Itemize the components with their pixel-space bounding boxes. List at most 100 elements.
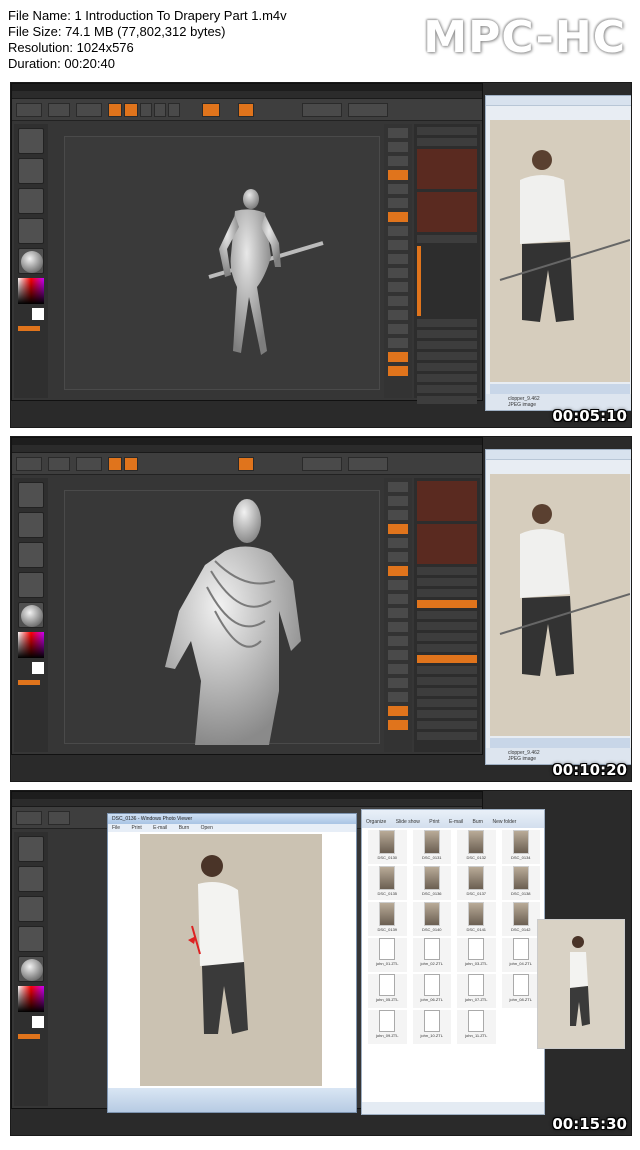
file-item[interactable]: DSC_0134 xyxy=(501,830,540,864)
file-item[interactable]: john_01.ZTL xyxy=(368,938,407,972)
edit-button[interactable] xyxy=(108,103,122,117)
zadd-button[interactable] xyxy=(238,103,254,117)
zbrush-menubar xyxy=(12,91,482,99)
focal-shift-slider[interactable] xyxy=(302,457,342,471)
quick-sketch-button[interactable] xyxy=(76,457,102,471)
alpha-icon[interactable] xyxy=(18,542,44,568)
color-swatch[interactable] xyxy=(32,1016,44,1028)
quick-sketch-button[interactable] xyxy=(76,103,102,117)
file-explorer-window: Organize Slide show Print E-mail Burn Ne… xyxy=(361,809,545,1115)
file-item[interactable]: john_04.ZTL xyxy=(501,938,540,972)
projection-button[interactable] xyxy=(16,457,42,471)
toolbar-print[interactable]: Print xyxy=(429,819,439,825)
file-item[interactable]: john_08.ZTL xyxy=(501,974,540,1008)
toolbar-slideshow[interactable]: Slide show xyxy=(396,819,420,825)
color-swatch[interactable] xyxy=(32,308,44,320)
zbrush-left-shelf xyxy=(14,124,48,398)
projection-button[interactable] xyxy=(16,103,42,117)
material-icon[interactable] xyxy=(18,602,44,628)
viewer-controls[interactable] xyxy=(108,1088,356,1112)
stroke-icon[interactable] xyxy=(18,158,44,184)
menu-email[interactable]: E-mail xyxy=(153,825,167,831)
file-item[interactable]: john_05.ZTL xyxy=(368,974,407,1008)
file-item[interactable]: DSC_0142 xyxy=(501,902,540,936)
color-picker[interactable] xyxy=(18,632,44,658)
projection-button[interactable] xyxy=(16,811,42,825)
video-frame-1: clopper_9.462 JPEG image 00:05:10 xyxy=(10,82,632,428)
brush-icon[interactable] xyxy=(18,482,44,508)
zadd-button[interactable] xyxy=(238,457,254,471)
menu-print[interactable]: Print xyxy=(131,825,141,831)
color-swatch[interactable] xyxy=(32,662,44,674)
menu-burn[interactable]: Burn xyxy=(179,825,190,831)
file-item[interactable]: DSC_0135 xyxy=(368,866,407,900)
file-name-label: john_02.ZTL xyxy=(420,961,443,966)
lightbox-button[interactable] xyxy=(48,103,70,117)
tool-thumbnail[interactable] xyxy=(417,192,477,232)
color-picker[interactable] xyxy=(18,986,44,1012)
toolbar-burn[interactable]: Burn xyxy=(473,819,484,825)
draw-button[interactable] xyxy=(124,457,138,471)
material-icon[interactable] xyxy=(18,956,44,982)
file-item[interactable]: john_11.ZTL xyxy=(457,1010,496,1044)
file-item[interactable]: DSC_0137 xyxy=(457,866,496,900)
zbrush-canvas[interactable] xyxy=(64,490,380,745)
switch-color-button[interactable] xyxy=(18,680,40,685)
toolbar-email[interactable]: E-mail xyxy=(449,819,463,825)
alpha-icon[interactable] xyxy=(18,188,44,214)
switch-color-button[interactable] xyxy=(18,326,40,331)
file-item[interactable]: DSC_0138 xyxy=(501,866,540,900)
file-item[interactable]: DSC_0130 xyxy=(368,830,407,864)
move-button[interactable] xyxy=(140,103,152,117)
rgb-button[interactable] xyxy=(202,103,220,117)
file-item[interactable]: DSC_0131 xyxy=(412,830,451,864)
file-item[interactable]: DSC_0136 xyxy=(412,866,451,900)
scale-button[interactable] xyxy=(154,103,166,117)
brush-icon[interactable] xyxy=(18,836,44,862)
lightbox-button[interactable] xyxy=(48,457,70,471)
document-file-icon xyxy=(468,938,485,960)
file-item[interactable]: john_02.ZTL xyxy=(412,938,451,972)
brush-icon[interactable] xyxy=(18,128,44,154)
viewer-controls[interactable] xyxy=(490,384,630,394)
subtool-thumbnail[interactable] xyxy=(417,481,477,521)
texture-icon[interactable] xyxy=(18,572,44,598)
edit-button[interactable] xyxy=(108,457,122,471)
focal-shift-slider[interactable] xyxy=(302,103,342,117)
zbrush-canvas[interactable] xyxy=(64,136,380,390)
file-item[interactable]: DSC_0141 xyxy=(457,902,496,936)
file-item[interactable]: john_07.ZTL xyxy=(457,974,496,1008)
mpc-hc-logo: MPC-HC xyxy=(423,12,626,63)
stroke-icon[interactable] xyxy=(18,866,44,892)
toolbar-organize[interactable]: Organize xyxy=(366,819,386,825)
file-item[interactable]: john_03.ZTL xyxy=(457,938,496,972)
photo-viewer-window: clopper_9.462 JPEG image xyxy=(485,95,631,411)
color-picker[interactable] xyxy=(18,278,44,304)
viewer-menu: File Print E-mail Burn Open xyxy=(108,824,356,832)
rotate-button[interactable] xyxy=(168,103,180,117)
file-item[interactable]: john_06.ZTL xyxy=(412,974,451,1008)
draw-button[interactable] xyxy=(124,103,138,117)
document-file-icon xyxy=(512,938,529,960)
texture-icon[interactable] xyxy=(18,218,44,244)
texture-icon[interactable] xyxy=(18,926,44,952)
file-item[interactable]: DSC_0132 xyxy=(457,830,496,864)
alpha-icon[interactable] xyxy=(18,896,44,922)
stroke-icon[interactable] xyxy=(18,512,44,538)
toolbar-new-folder[interactable]: New folder xyxy=(492,819,516,825)
file-item[interactable]: john_10.ZTL xyxy=(412,1010,451,1044)
active-points-readout xyxy=(348,103,388,117)
material-icon[interactable] xyxy=(18,248,44,274)
timestamp: 00:05:10 xyxy=(552,407,627,425)
tool-thumbnail[interactable] xyxy=(417,524,477,564)
menu-file[interactable]: File xyxy=(112,825,120,831)
lightbox-button[interactable] xyxy=(48,811,70,825)
subtool-thumbnail[interactable] xyxy=(417,149,477,189)
file-item[interactable]: john_09.ZTL xyxy=(368,1010,407,1044)
explorer-status xyxy=(362,1102,544,1114)
switch-color-button[interactable] xyxy=(18,1034,40,1039)
file-item[interactable]: DSC_0139 xyxy=(368,902,407,936)
file-item[interactable]: DSC_0140 xyxy=(412,902,451,936)
viewer-controls[interactable] xyxy=(490,738,630,748)
menu-open[interactable]: Open xyxy=(201,825,213,831)
